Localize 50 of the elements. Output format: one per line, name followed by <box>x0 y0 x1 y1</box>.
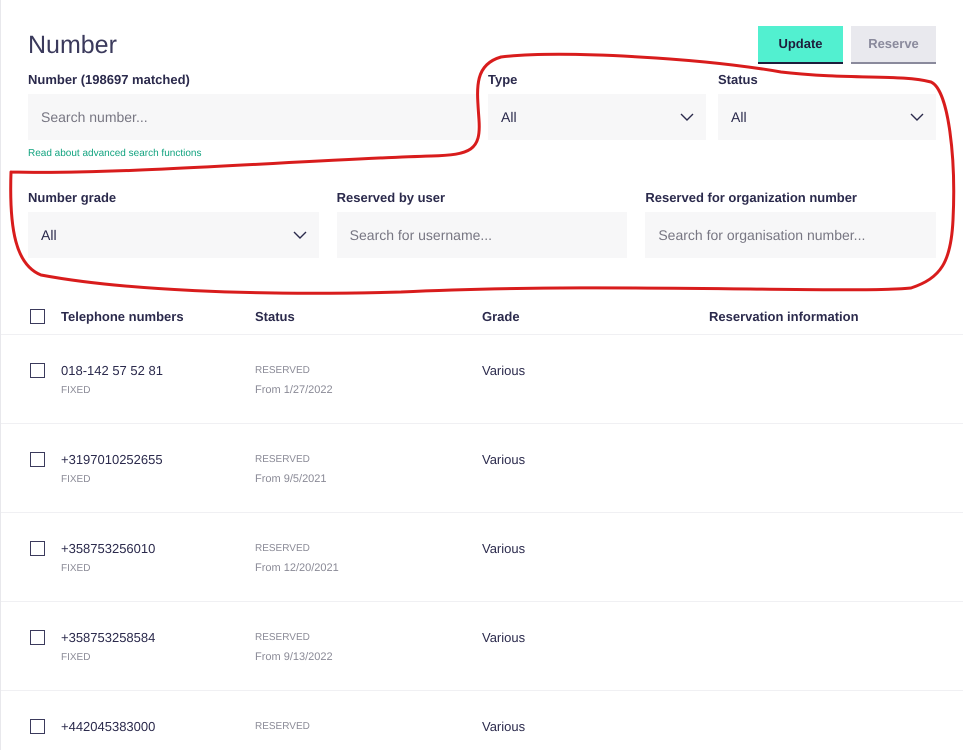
dropdown[interactable]: All <box>488 94 706 140</box>
checkbox[interactable] <box>30 309 45 324</box>
checkbox[interactable] <box>30 719 45 734</box>
field-label: Number (198697 matched) <box>28 72 191 88</box>
checkbox[interactable] <box>30 452 45 467</box>
number-type: FIXED <box>61 472 92 486</box>
checkbox[interactable] <box>30 363 45 378</box>
grade-text: Various <box>482 629 526 647</box>
status-text: RESERVED <box>255 631 311 645</box>
checkbox[interactable] <box>30 541 45 556</box>
column-header: Status <box>255 308 296 326</box>
chevron-down-icon <box>680 113 694 121</box>
column-header: Grade <box>482 308 521 326</box>
status-text: RESERVED <box>255 542 311 556</box>
chevron-down-icon <box>910 113 924 121</box>
grade-text: Various <box>482 362 526 380</box>
status-text: RESERVED <box>255 720 311 734</box>
phone-number: +358753256010 <box>61 540 156 558</box>
search-field[interactable]: Search number... <box>28 94 476 140</box>
number-type: FIXED <box>61 384 92 398</box>
field-label: Reserved for organization number <box>645 190 858 206</box>
field-label: Number grade <box>28 190 118 206</box>
grade-text: Various <box>482 718 526 736</box>
phone-number: +358753258584 <box>61 629 156 647</box>
number-type: FIXED <box>61 562 92 576</box>
grade-text: Various <box>482 451 526 469</box>
field-label: Type <box>488 72 518 88</box>
field-label: Status <box>718 72 759 88</box>
grade-text: Various <box>482 540 526 558</box>
chevron-down-icon <box>292 231 307 239</box>
page-title: Number <box>28 30 117 60</box>
search-field[interactable]: Search for username... <box>336 212 628 258</box>
dropdown[interactable]: All <box>28 212 319 258</box>
status-text: RESERVED <box>255 453 311 467</box>
dropdown[interactable]: All <box>718 94 936 140</box>
field-label: Reserved by user <box>336 190 446 206</box>
status-date: From 9/13/2022 <box>255 650 334 665</box>
update-button[interactable]: Update <box>758 26 843 64</box>
phone-number: 018-142 57 52 81 <box>61 362 164 380</box>
status-date: From 12/20/2021 <box>255 561 340 576</box>
column-header: Telephone numbers <box>61 308 185 326</box>
number-type: FIXED <box>61 650 92 664</box>
phone-number: +442045383000 <box>61 718 156 736</box>
column-header: Reservation information <box>709 308 859 326</box>
status-date: From 9/5/2021 <box>255 472 328 487</box>
checkbox[interactable] <box>30 630 45 645</box>
status-text: RESERVED <box>255 364 311 378</box>
status-date: From 1/27/2022 <box>255 383 334 398</box>
search-field[interactable]: Search for organisation number... <box>645 212 936 258</box>
phone-number: +3197010252655 <box>61 451 164 469</box>
